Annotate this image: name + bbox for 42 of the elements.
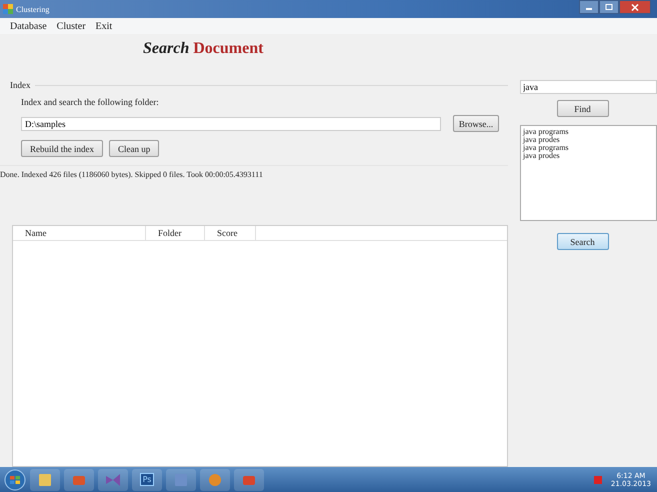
taskbar-app[interactable] — [234, 468, 264, 490]
taskbar-app[interactable] — [200, 468, 230, 490]
group-label: Index — [10, 80, 30, 90]
logo: Search Document — [143, 40, 264, 59]
index-action-button[interactable]: Clean up — [109, 140, 160, 157]
taskbar-app[interactable]: Ps — [132, 468, 162, 490]
menu-item[interactable]: Database — [10, 20, 47, 32]
photoshop-icon: Ps — [140, 473, 154, 486]
window-title: Clustering — [16, 4, 50, 14]
index-action-button[interactable]: Rebuild the index — [21, 140, 103, 157]
query-field[interactable]: java — [520, 80, 657, 94]
maximize-icon — [605, 4, 613, 10]
taskbar-app[interactable] — [166, 468, 196, 490]
column-header[interactable]: Folder — [146, 226, 205, 240]
search-button[interactable]: Search — [556, 233, 608, 250]
menu-item[interactable]: Cluster — [56, 20, 86, 32]
minimize-button[interactable] — [579, 0, 599, 14]
tray-icon[interactable] — [592, 474, 603, 484]
taskbar-app[interactable] — [64, 468, 94, 490]
status-text: Done. Indexed 426 files (1186060 bytes). Skipped 0 files. Took 00:00:05.4393111 — [0, 165, 508, 220]
suggestion-item[interactable]: java programs — [523, 144, 654, 152]
start-button[interactable] — [4, 468, 26, 490]
app-icon — [3, 4, 13, 14]
taskbar-app[interactable] — [98, 468, 128, 490]
app-icon — [105, 472, 121, 488]
instruction-text: Index and search the following folder: — [20, 97, 160, 107]
suggestion-item[interactable]: java prodes — [523, 136, 654, 144]
maximize-button[interactable] — [599, 0, 619, 14]
column-header[interactable]: Name — [13, 226, 146, 240]
app-icon — [173, 472, 189, 488]
app-icon — [207, 472, 223, 488]
column-header[interactable]: Score — [205, 226, 256, 240]
suggestion-item[interactable]: java programs — [523, 128, 654, 136]
folder-field[interactable]: D:\samples — [21, 116, 441, 130]
find-button[interactable]: Find — [556, 100, 608, 117]
close-button[interactable] — [619, 0, 651, 14]
suggestion-item[interactable]: java prodes — [523, 152, 654, 160]
taskbar-app[interactable] — [30, 468, 60, 490]
close-icon — [631, 4, 639, 10]
app-icon — [37, 472, 53, 488]
browse-button[interactable]: Browse... — [453, 115, 499, 132]
menu-item[interactable]: Exit — [96, 20, 112, 32]
